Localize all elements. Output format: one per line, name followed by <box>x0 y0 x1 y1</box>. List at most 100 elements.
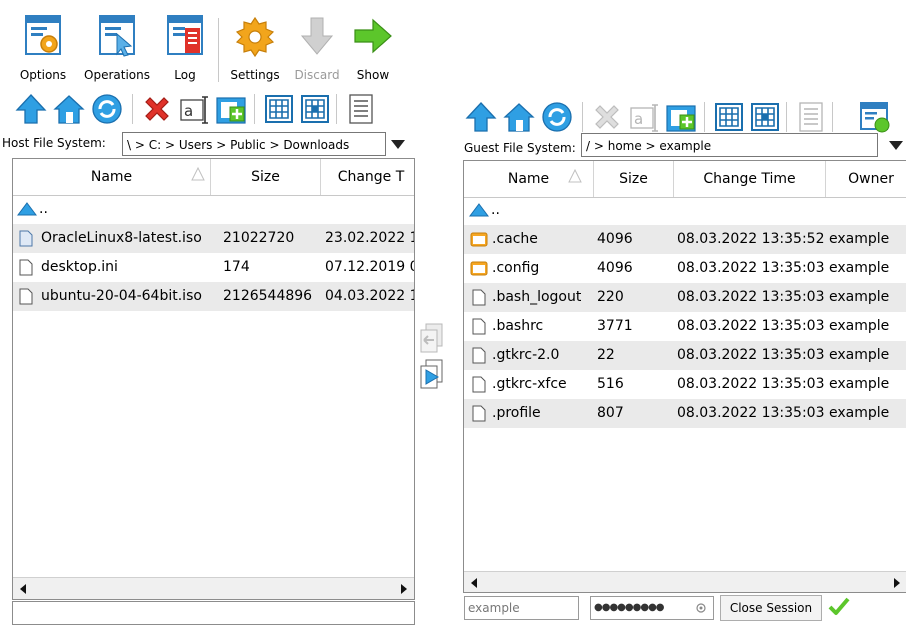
host-up-arrow-icon[interactable] <box>14 92 48 126</box>
guest-col-size[interactable]: Size <box>594 161 674 197</box>
guest-select-all-icon[interactable] <box>712 100 746 134</box>
host-parent-row[interactable]: .. <box>13 195 414 224</box>
password-field[interactable]: ●●●●●●●●● <box>590 596 714 620</box>
guest-path-breadcrumb[interactable]: / > home > example <box>581 133 878 157</box>
host-nav-toolbar: a <box>0 90 420 128</box>
guest-horizontal-scrollbar[interactable] <box>464 571 906 592</box>
guest-nav-separator-4 <box>832 102 833 132</box>
host-path-breadcrumb[interactable]: \ > C: > Users > Public > Downloads <box>122 132 386 156</box>
show-arrow-right-icon <box>354 18 392 54</box>
guest-home-icon[interactable] <box>502 100 536 134</box>
session-ok-checkmark-icon <box>828 597 850 615</box>
guest-session-icon[interactable] <box>858 100 892 134</box>
host-home-icon[interactable] <box>52 92 86 126</box>
host-nav-separator-3 <box>336 94 337 124</box>
log-icon <box>167 15 203 55</box>
host-fs-label: Host File System: <box>2 136 106 150</box>
table-row[interactable]: .bashrc 3771 08.03.2022 13:35:03 example <box>464 312 906 341</box>
file-icon <box>19 259 33 276</box>
show-label: Show <box>356 68 390 82</box>
file-changed: 08.03.2022 13:35:03 <box>677 289 825 305</box>
guest-new-folder-icon[interactable] <box>664 100 698 134</box>
scroll-right-icon[interactable] <box>401 584 407 594</box>
guest-delete-icon[interactable] <box>590 100 624 134</box>
operations-button[interactable]: Operations <box>82 14 152 86</box>
file-owner: example <box>829 318 890 334</box>
host-new-folder-icon[interactable] <box>214 92 248 126</box>
scroll-right-icon[interactable] <box>894 578 900 588</box>
file-name: ubuntu-20-04-64bit.iso <box>41 288 202 304</box>
file-changed: 08.03.2022 13:35:03 <box>677 376 825 392</box>
table-row[interactable]: OracleLinux8-latest.iso 21022720 23.02.2… <box>13 224 414 253</box>
host-properties-icon[interactable] <box>344 92 378 126</box>
file-changed: 04.03.2022 1 <box>325 288 415 304</box>
file-size: 807 <box>597 405 624 421</box>
file-owner: example <box>829 260 890 276</box>
file-size: 4096 <box>597 231 633 247</box>
guest-col-owner[interactable]: Owner <box>826 161 906 197</box>
table-row[interactable]: .gtkrc-xfce 516 08.03.2022 13:35:03 exam… <box>464 370 906 399</box>
file-name: .bash_logout <box>492 289 582 305</box>
scroll-left-icon[interactable] <box>471 578 477 588</box>
guest-nav-toolbar: a <box>462 90 906 133</box>
options-label: Options <box>19 68 67 82</box>
file-changed: 08.03.2022 13:35:03 <box>677 347 825 363</box>
guest-path-dropdown-icon[interactable] <box>889 141 903 150</box>
discard-arrow-down-icon <box>300 17 334 55</box>
file-changed: 23.02.2022 1 <box>325 230 415 246</box>
parent-label: .. <box>39 201 48 217</box>
table-row[interactable]: desktop.ini 174 07.12.2019 0 <box>13 253 414 282</box>
svg-text:a: a <box>184 102 193 120</box>
host-col-change[interactable]: Change T <box>321 159 414 195</box>
table-row[interactable]: ubuntu-20-04-64bit.iso 2126544896 04.03.… <box>13 282 414 311</box>
host-col-size[interactable]: Size <box>211 159 321 195</box>
file-icon <box>472 289 486 306</box>
table-row[interactable]: .config 4096 08.03.2022 13:35:03 example <box>464 254 906 283</box>
username-field[interactable]: example <box>464 596 579 620</box>
host-horizontal-scrollbar[interactable] <box>13 577 414 599</box>
host-path-dropdown-icon[interactable] <box>391 140 405 149</box>
file-owner: example <box>829 376 890 392</box>
file-name: .bashrc <box>492 318 544 334</box>
host-invert-selection-icon[interactable] <box>298 92 332 126</box>
guest-fs-label: Guest File System: <box>464 141 576 155</box>
show-password-icon[interactable] <box>695 602 707 614</box>
show-button[interactable]: Show <box>338 14 408 86</box>
host-delete-icon[interactable] <box>140 92 174 126</box>
host-rename-icon[interactable]: a <box>178 92 212 126</box>
guest-properties-icon[interactable] <box>794 100 828 134</box>
file-size: 22 <box>597 347 615 363</box>
host-refresh-icon[interactable] <box>90 92 124 126</box>
close-session-button[interactable]: Close Session <box>720 595 822 621</box>
copy-to-host-icon[interactable] <box>418 322 446 354</box>
host-select-all-icon[interactable] <box>262 92 296 126</box>
file-size: 2126544896 <box>223 288 313 304</box>
table-row[interactable]: .bash_logout 220 08.03.2022 13:35:03 exa… <box>464 283 906 312</box>
guest-parent-row[interactable]: .. <box>464 196 906 225</box>
scroll-left-icon[interactable] <box>20 584 26 594</box>
host-file-list[interactable]: Name Size Change T .. OracleLinux8-lates… <box>12 158 415 600</box>
guest-invert-selection-icon[interactable] <box>748 100 782 134</box>
guest-rename-icon[interactable]: a <box>628 100 662 134</box>
copy-to-guest-icon[interactable] <box>418 358 446 390</box>
guest-nav-separator <box>582 102 583 132</box>
guest-file-list[interactable]: Name Size Change Time Owner .. .cache 40… <box>463 160 906 593</box>
guest-list-header: Name Size Change Time Owner <box>464 161 906 198</box>
file-owner: example <box>829 405 890 421</box>
table-row[interactable]: .profile 807 08.03.2022 13:35:03 example <box>464 399 906 428</box>
host-col-name[interactable]: Name <box>13 159 211 195</box>
guest-col-change-time[interactable]: Change Time <box>674 161 826 197</box>
table-row[interactable]: .cache 4096 08.03.2022 13:35:52 example <box>464 225 906 254</box>
host-list-header: Name Size Change T <box>13 159 414 196</box>
file-icon <box>472 318 486 335</box>
guest-up-arrow-icon[interactable] <box>464 100 498 134</box>
file-changed: 08.03.2022 13:35:03 <box>677 318 825 334</box>
log-button[interactable]: Log <box>150 14 220 86</box>
parent-label: .. <box>491 202 500 218</box>
guest-refresh-icon[interactable] <box>540 100 574 134</box>
settings-button[interactable]: Settings <box>220 14 290 86</box>
file-name: OracleLinux8-latest.iso <box>41 230 202 246</box>
table-row[interactable]: .gtkrc-2.0 22 08.03.2022 13:35:03 exampl… <box>464 341 906 370</box>
options-button[interactable]: Options <box>8 14 78 86</box>
operations-label: Operations <box>84 68 150 82</box>
